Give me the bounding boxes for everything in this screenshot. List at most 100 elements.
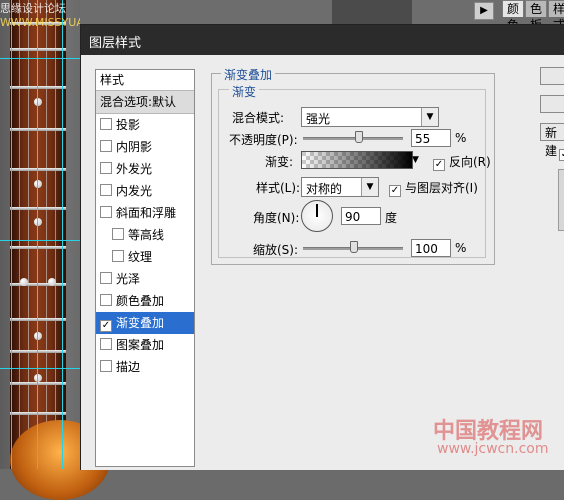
guide-line — [0, 58, 80, 59]
tab-swatches[interactable]: 色板 — [525, 0, 548, 32]
fret — [10, 168, 66, 171]
tab-styles[interactable]: 样式 — [548, 0, 564, 32]
blend-mode-select[interactable]: 强光 ▼ — [301, 107, 439, 127]
angle-dial[interactable] — [301, 200, 333, 232]
cancel-button[interactable] — [540, 95, 564, 113]
angle-unit: 度 — [385, 211, 398, 225]
fret-marker — [34, 218, 42, 226]
opacity-slider-thumb[interactable] — [355, 131, 363, 143]
fret-marker — [20, 278, 28, 286]
checkbox-icon[interactable]: ✓ — [100, 320, 112, 332]
panel-strip: ▶ 颜色× 色板 样式 — [80, 0, 564, 48]
checkbox-icon[interactable] — [100, 162, 112, 174]
fret — [10, 207, 66, 210]
checkbox-icon[interactable] — [100, 360, 112, 372]
style-label: 样式(L): — [256, 181, 301, 195]
style-list-item[interactable]: 颜色叠加 — [96, 290, 194, 312]
style-list-item-label: 斜面和浮雕 — [116, 206, 177, 220]
checkbox-icon[interactable] — [100, 206, 112, 218]
style-list-item[interactable]: 投影 — [96, 114, 194, 136]
style-list-item-label: 渐变叠加 — [116, 316, 165, 330]
checkbox-icon[interactable] — [100, 294, 112, 306]
ok-button[interactable] — [540, 67, 564, 85]
angle-label: 角度(N): — [253, 211, 300, 225]
play-button[interactable]: ▶ — [474, 2, 494, 20]
guide-line — [62, 0, 63, 469]
style-list-item[interactable]: 外发光 — [96, 158, 194, 180]
blend-options-item[interactable]: 混合选项:默认 — [96, 91, 194, 114]
fret — [10, 128, 66, 131]
checkbox-icon[interactable]: ✓ — [389, 185, 401, 197]
opacity-field[interactable]: 55 — [411, 129, 451, 147]
checkbox-icon[interactable] — [100, 118, 112, 130]
style-list-item-label: 内阴影 — [116, 140, 153, 154]
guide-line — [0, 240, 80, 241]
align-layer-label: 与图层对齐(I) — [405, 181, 478, 195]
guitar-string — [55, 0, 56, 469]
opacity-label: 不透明度(P): — [229, 133, 298, 147]
style-list-item[interactable]: 光泽 — [96, 268, 194, 290]
style-list-item-label: 颜色叠加 — [116, 294, 165, 308]
checkbox-icon[interactable] — [100, 272, 112, 284]
dialog-title: 图层样式 — [89, 36, 142, 51]
panel-tabs: 颜色× 色板 样式 — [502, 0, 564, 48]
style-list-item[interactable]: 内阴影 — [96, 136, 194, 158]
tab-color[interactable]: 颜色× — [502, 0, 525, 48]
style-value: 对称的 — [306, 182, 343, 196]
fret-marker — [34, 374, 42, 382]
preview-checkbox[interactable]: ✓ — [559, 149, 564, 161]
style-list-item-label: 描边 — [116, 360, 141, 374]
style-list-item[interactable]: ✓ 渐变叠加 — [96, 312, 194, 334]
gradient-preview[interactable] — [301, 151, 413, 169]
new-style-button[interactable]: 新建 — [540, 123, 564, 158]
chevron-down-icon: ▼ — [361, 178, 378, 196]
angle-needle — [316, 204, 318, 217]
reverse-checkbox[interactable]: ✓ 反向(R) — [433, 153, 491, 171]
checkbox-icon[interactable] — [112, 228, 124, 240]
scale-slider-thumb[interactable] — [350, 241, 358, 253]
scale-field[interactable]: 100 — [411, 239, 451, 257]
blend-mode-value: 强光 — [306, 112, 331, 126]
checkbox-icon[interactable] — [100, 140, 112, 152]
scale-label: 缩放(S): — [253, 243, 299, 257]
subgroup-title: 渐变 — [229, 83, 260, 100]
style-list-item-label: 投影 — [116, 118, 141, 132]
layer-style-dialog: 图层样式 样式 混合选项:默认 投影内阴影外发光 内发光斜面和浮雕等高线纹理光泽颜… — [80, 24, 564, 470]
style-list-item-label: 纹理 — [128, 250, 153, 264]
fret-marker — [48, 278, 56, 286]
group-title: 渐变叠加 — [221, 66, 276, 83]
guitar-string — [19, 0, 20, 469]
style-list-item[interactable]: 描边 — [96, 356, 194, 378]
blend-mode-label: 混合模式: — [232, 111, 285, 125]
chevron-down-icon[interactable]: ▼ — [412, 151, 422, 169]
guitar-string — [46, 0, 47, 469]
fret — [10, 412, 66, 415]
canvas-area[interactable]: 思缘设计论坛 WWW.MISSYUAN.COM — [0, 0, 121, 500]
chevron-down-icon: ▼ — [421, 108, 438, 126]
reverse-label: 反向(R) — [449, 155, 491, 169]
style-list-item[interactable]: 纹理 — [96, 246, 194, 268]
fret — [10, 246, 66, 249]
align-layer-checkbox[interactable]: ✓ 与图层对齐(I) — [389, 179, 478, 197]
scale-unit: % — [455, 241, 467, 255]
checkbox-icon[interactable] — [100, 338, 112, 350]
watermark-text: 思缘设计论坛 — [0, 2, 66, 15]
checkbox-icon[interactable] — [112, 250, 124, 262]
fret-marker — [34, 180, 42, 188]
style-list-item[interactable]: 等高线 — [96, 224, 194, 246]
style-list-item-label: 等高线 — [128, 228, 165, 242]
style-list-item[interactable]: 内发光 — [96, 180, 194, 202]
opacity-unit: % — [455, 131, 467, 145]
style-list-header[interactable]: 样式 — [96, 70, 194, 91]
style-list-item[interactable]: 斜面和浮雕 — [96, 202, 194, 224]
guide-line — [37, 0, 38, 469]
angle-field[interactable]: 90 — [341, 207, 381, 225]
opacity-slider[interactable] — [303, 137, 403, 140]
fret — [10, 318, 66, 321]
fret — [10, 283, 66, 286]
checkbox-icon[interactable]: ✓ — [433, 159, 445, 171]
style-select[interactable]: 对称的 ▼ — [301, 177, 379, 197]
style-list-item[interactable]: 图案叠加 — [96, 334, 194, 356]
checkbox-icon[interactable] — [100, 184, 112, 196]
dialog-titlebar[interactable]: 图层样式 — [81, 25, 564, 55]
